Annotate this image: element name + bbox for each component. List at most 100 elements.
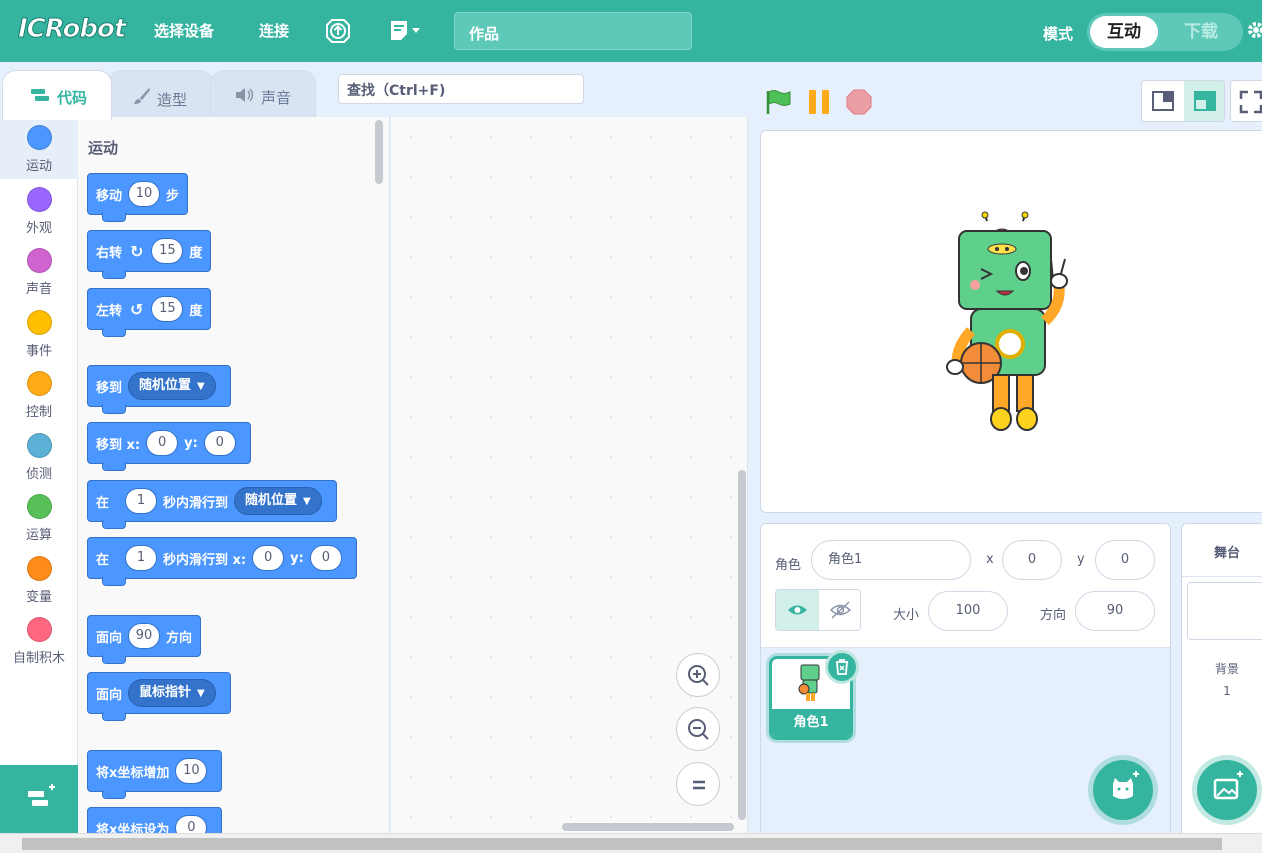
block-set-x[interactable]: 将x坐标设为 0 [87,807,223,833]
block-input[interactable]: 0 [252,545,285,571]
code-icon [31,89,51,107]
block-goto[interactable]: 移到 随机位置 ▼ [87,365,231,414]
y-input[interactable]: 0 [1095,540,1155,580]
mode-download-button[interactable]: 下载 [1167,16,1235,48]
add-extension-button[interactable] [0,765,78,833]
connect-menu[interactable]: 连接 [259,20,289,41]
block-point-towards[interactable]: 面向 鼠标指针 ▼ [87,672,231,721]
block-dropdown[interactable]: 随机位置 ▼ [128,372,216,400]
add-extension-icon [28,784,55,806]
hide-button[interactable] [819,590,860,630]
block-dropdown[interactable]: 随机位置 ▼ [234,487,322,515]
category-control-dot [27,371,52,396]
block-input[interactable]: 1 [125,488,158,514]
block-point-direction[interactable]: 面向 90 方向 [87,615,202,664]
show-button[interactable] [776,590,819,630]
stage-canvas[interactable] [760,130,1262,513]
block-move-steps[interactable]: 移动 10 步 [87,173,189,222]
category-events[interactable]: 事件 [0,302,78,364]
block-input[interactable]: 15 [151,296,184,322]
block-dropdown[interactable]: 鼠标指针 ▼ [128,679,216,707]
zoom-in-button[interactable] [676,653,720,697]
block-turn-left[interactable]: 左转 ↺ 15 度 [87,288,212,337]
size-input[interactable]: 100 [928,591,1008,631]
direction-input[interactable]: 90 [1075,591,1155,631]
category-operators[interactable]: 运算 [0,486,78,548]
add-backdrop-button[interactable] [1197,760,1257,820]
scrollbar-thumb[interactable] [22,838,1222,850]
zoom-out-button[interactable] [676,707,720,751]
block-text: 步 [166,188,180,204]
block-input[interactable]: 0 [175,815,208,833]
trash-icon [836,659,848,675]
block-input[interactable]: 15 [151,238,184,264]
window-horizontal-scrollbar[interactable] [0,833,1262,853]
block-glide-xy[interactable]: 在 1 秒内滑行到 x: 0 y: 0 [87,537,357,586]
block-goto-xy[interactable]: 移到 x: 0 y: 0 [87,422,251,471]
small-stage-button[interactable] [1142,81,1184,121]
backdrop-count: 1 [1223,684,1231,698]
stop-icon[interactable] [845,88,873,116]
gear-icon[interactable] [1246,20,1262,40]
fullscreen-button[interactable] [1230,80,1262,122]
category-my-blocks[interactable]: 自制积木 [0,609,78,671]
select-device-menu[interactable]: 选择设备 [154,20,214,41]
normal-stage-button[interactable] [1184,81,1224,121]
category-my-blocks-dot [27,617,52,642]
palette-scrollbar[interactable] [375,120,383,184]
block-turn-right[interactable]: 右转 ↻ 15 度 [87,230,212,279]
block-text: y: [184,435,198,451]
tab-sounds[interactable]: 声音 [210,70,316,118]
category-variables-dot [27,556,52,581]
fullscreen-icon [1239,90,1262,114]
block-input[interactable]: 90 [128,623,161,649]
block-text: 秒内滑行到 x: [163,552,247,568]
brush-icon [133,87,151,109]
app-logo[interactable]: ICRobot [17,14,126,45]
category-label: 变量 [25,590,52,605]
file-menu-icon[interactable] [388,16,424,46]
project-title-input[interactable]: 作品 [454,12,692,50]
delete-sprite-button[interactable] [825,650,859,684]
tab-sounds-label: 声音 [261,89,292,107]
tab-code[interactable]: 代码 [2,70,112,120]
mode-toggle[interactable]: 互动 下载 [1087,13,1243,51]
sprite-properties: 角色 角色1 x 0 y 0 大小 100 方向 90 [761,524,1170,648]
stage-thumbnail[interactable] [1187,582,1262,640]
block-input[interactable]: 0 [146,430,179,456]
block-input[interactable]: 10 [175,758,208,784]
robot-sprite[interactable] [761,131,1262,513]
y-label: y [1077,552,1085,567]
mode-interactive-button[interactable]: 互动 [1090,16,1158,48]
visibility-toggle [775,589,861,631]
block-input[interactable]: 10 [128,181,161,207]
category-looks[interactable]: 外观 [0,179,78,241]
category-control[interactable]: 控制 [0,363,78,425]
add-sprite-button[interactable] [1093,760,1153,820]
tab-costumes[interactable]: 造型 [108,70,214,118]
block-input[interactable]: 0 [309,545,342,571]
category-variables[interactable]: 变量 [0,548,78,610]
green-flag-icon[interactable] [764,88,792,116]
upload-icon[interactable] [323,16,353,46]
x-input[interactable]: 0 [1002,540,1062,580]
dropdown-value: 鼠标指针 [139,685,192,700]
block-glide[interactable]: 在 1 秒内滑行到 随机位置 ▼ [87,480,337,529]
dropdown-value: 随机位置 [139,378,192,393]
category-operators-dot [27,494,52,519]
category-menu: 运动 外观 声音 事件 控制 侦测 运算 变量 自制积木 [0,117,78,767]
script-vertical-scrollbar[interactable] [738,470,746,820]
pause-icon[interactable] [806,89,832,115]
category-sound[interactable]: 声音 [0,240,78,302]
script-horizontal-scrollbar[interactable] [562,823,734,831]
category-sensing[interactable]: 侦测 [0,425,78,487]
block-input[interactable]: 0 [203,430,236,456]
sprite-name-input[interactable]: 角色1 [811,540,971,580]
zoom-reset-button[interactable] [676,762,720,806]
block-text: 移到 [96,380,123,396]
equals-icon [693,780,705,790]
block-search-input[interactable]: 查找（Ctrl+F) [338,74,584,104]
category-motion[interactable]: 运动 [0,117,78,179]
block-input[interactable]: 1 [125,545,158,571]
block-change-x[interactable]: 将x坐标增加 10 [87,750,223,799]
